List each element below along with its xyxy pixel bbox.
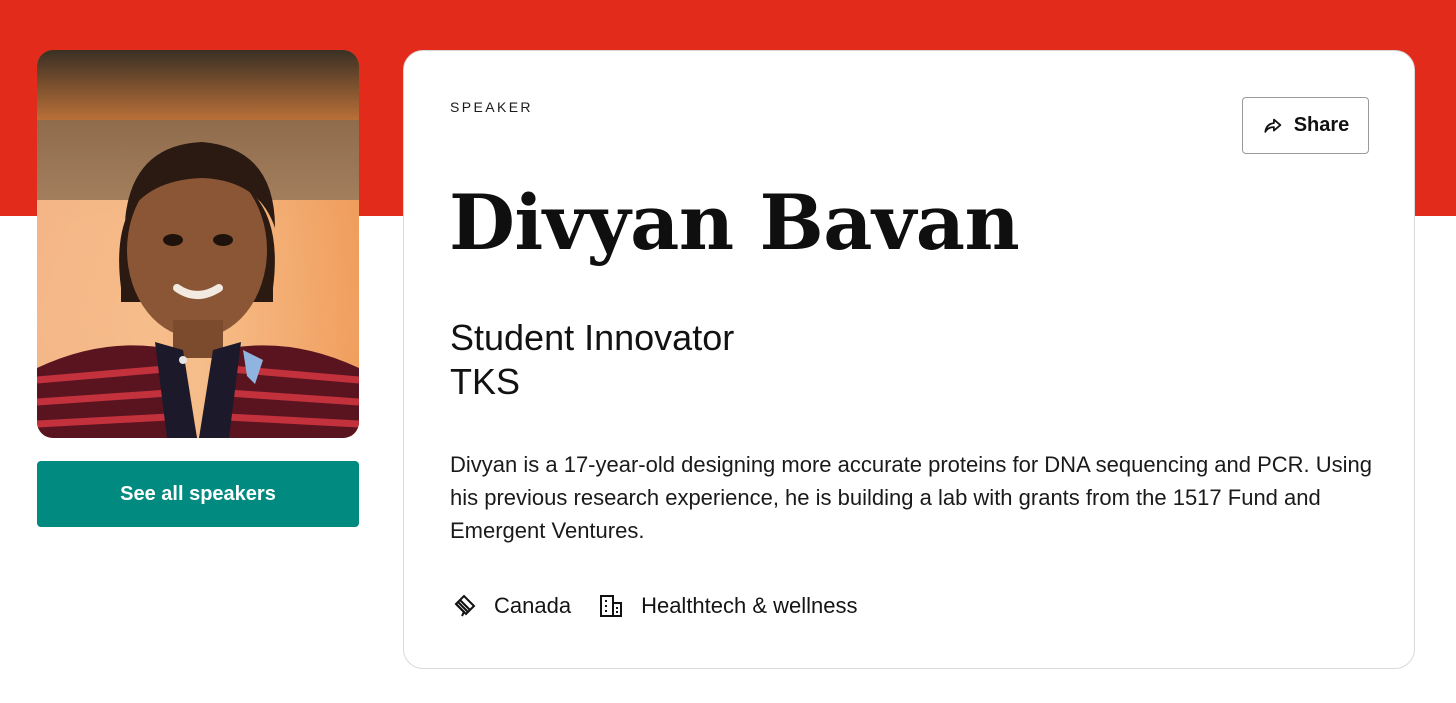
see-all-speakers-button[interactable]: See all speakers: [37, 461, 359, 527]
industry-meta: Healthtech & wellness: [597, 592, 858, 620]
speaker-role-block: Student Innovator TKS: [450, 316, 734, 404]
speaker-name: Divyan Bavan: [449, 178, 1020, 267]
speaker-meta-row: Canada Healthtech & wellness: [450, 592, 858, 620]
share-button[interactable]: Share: [1242, 97, 1369, 154]
location-label: Canada: [494, 593, 572, 618]
speaker-role: Student Innovator: [450, 317, 735, 358]
share-arrow-icon: [1262, 115, 1284, 137]
speaker-bio: Divyan is a 17-year-old designing more a…: [450, 452, 1373, 543]
share-button-label: Share: [1293, 114, 1350, 136]
speaker-organization: TKS: [450, 361, 521, 402]
speaker-profile-card: SPEAKER Share Divyan Bavan Student Innov…: [403, 50, 1415, 669]
location-meta: Canada: [450, 592, 571, 620]
section-eyebrow: SPEAKER: [450, 99, 533, 115]
flag-icon: [450, 592, 478, 620]
industry-label: Healthtech & wellness: [641, 593, 858, 618]
building-icon: [597, 592, 625, 620]
speaker-portrait-illustration: [37, 50, 359, 438]
speaker-photo: [37, 50, 359, 438]
